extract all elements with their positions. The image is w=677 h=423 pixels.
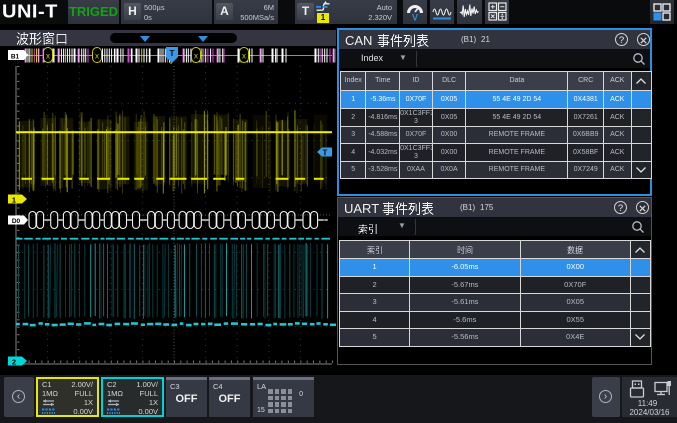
svg-text:x: x: [95, 52, 99, 61]
svg-text:V: V: [412, 13, 418, 23]
svg-text:x: x: [242, 52, 246, 61]
svg-text:x: x: [46, 52, 50, 61]
svg-text:D0: D0: [12, 218, 21, 225]
svg-text:T: T: [170, 49, 175, 58]
svg-text:T: T: [323, 149, 328, 158]
svg-text:x: x: [194, 52, 198, 61]
svg-text:B1: B1: [11, 53, 20, 60]
svg-text:1: 1: [12, 195, 16, 204]
svg-text:2: 2: [12, 357, 16, 366]
